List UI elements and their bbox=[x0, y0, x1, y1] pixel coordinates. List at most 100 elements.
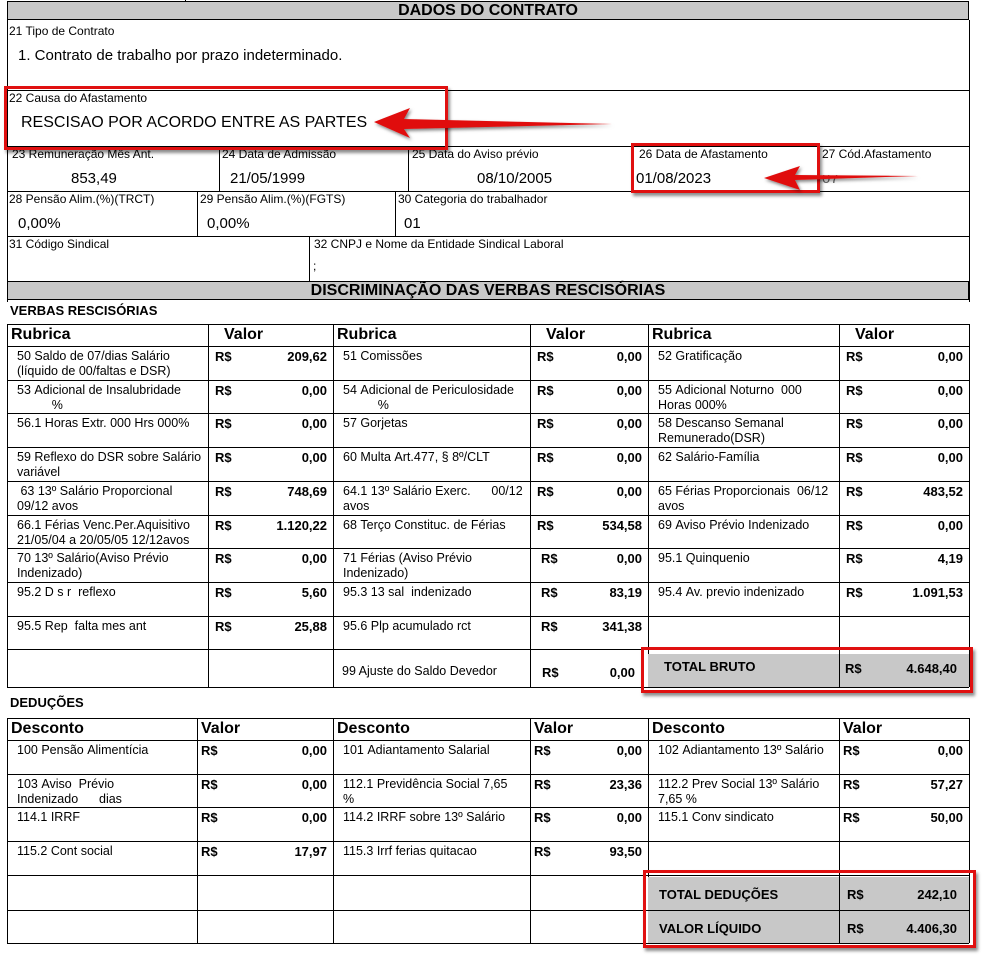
rubrica-value: 0,00 bbox=[616, 450, 642, 466]
rubrica-label: 55 Adicional Noturno 000 Horas 000% bbox=[658, 382, 802, 412]
currency-label: R$ bbox=[534, 776, 551, 792]
grid-line bbox=[530, 324, 531, 687]
desconto-value: 0,00 bbox=[616, 810, 642, 826]
column-header-valor: Valor bbox=[855, 326, 895, 343]
field-27-label: 27 Cód.Afastamento bbox=[822, 147, 932, 161]
currency-label: R$ bbox=[215, 450, 232, 466]
desconto-label: 112.1 Previdência Social 7,65% bbox=[343, 776, 508, 806]
deducoes-section-title: DEDUÇÕES bbox=[10, 695, 84, 710]
section-header-contract: DADOS DO CONTRATO bbox=[7, 1, 969, 20]
desconto-label: 112.2 Prev Social 13º Salário 7,65 % bbox=[658, 776, 820, 806]
currency-label: R$ bbox=[846, 483, 863, 499]
desconto-label: 100 Pensão Alimentícia bbox=[17, 743, 149, 757]
grid-line bbox=[7, 548, 969, 550]
grid-line bbox=[839, 324, 840, 687]
rubrica-label: 53 Adicional de Insalubridade % bbox=[17, 382, 182, 412]
rubrica-value: 341,38 bbox=[602, 618, 642, 634]
grid-line bbox=[530, 718, 531, 943]
rubrica-value: 0,00 bbox=[301, 382, 327, 398]
currency-label: R$ bbox=[843, 810, 860, 826]
grid-line bbox=[7, 718, 969, 719]
field-32-label: 32 CNPJ e Nome da Entidade Sindical Labo… bbox=[314, 237, 564, 251]
currency-label: R$ bbox=[846, 517, 863, 533]
field-31-label: 31 Código Sindical bbox=[9, 237, 110, 251]
grid-line bbox=[7, 324, 8, 687]
currency-label: R$ bbox=[843, 743, 860, 758]
rubrica-label: 64.1 13º Salário Exerc. 00/12 avos bbox=[343, 483, 523, 513]
ajuste-value: 0,00 bbox=[609, 665, 635, 680]
highlight-box-causa bbox=[4, 86, 448, 150]
rubrica-value: 0,00 bbox=[301, 416, 327, 432]
rubrica-value: 0,00 bbox=[937, 517, 963, 533]
rubrica-label: 50 Saldo de 07/dias Salário (líquido de 0… bbox=[17, 349, 171, 378]
currency-label: R$ bbox=[201, 810, 218, 826]
column-header-rubrica: Rubrica bbox=[11, 326, 71, 343]
currency-label: R$ bbox=[846, 551, 863, 567]
rubrica-label: 59 Reflexo do DSR sobre Salário variável bbox=[17, 450, 202, 480]
currency-label: R$ bbox=[534, 844, 551, 860]
grid-line bbox=[333, 718, 334, 943]
currency-label: R$ bbox=[215, 382, 232, 398]
grid-line bbox=[333, 324, 334, 687]
rubrica-label: 57 Gorjetas bbox=[343, 416, 408, 431]
rubrica-value: 0,00 bbox=[616, 551, 642, 567]
highlight-box-data-afastamento bbox=[631, 143, 820, 193]
rubrica-value: 0,00 bbox=[616, 483, 642, 499]
currency-label: R$ bbox=[215, 584, 232, 600]
currency-label: R$ bbox=[846, 584, 863, 600]
currency-label: R$ bbox=[534, 743, 551, 758]
rubrica-value: 0,00 bbox=[616, 416, 642, 432]
rubrica-label: 54 Adicional de Periculosidade % bbox=[343, 382, 514, 412]
desconto-label: 115.2 Cont social bbox=[17, 844, 113, 859]
grid-line bbox=[7, 773, 969, 775]
rubrica-value: 83,19 bbox=[609, 584, 642, 600]
rubrica-label: 58 Descanso Semanal Remunerado(DSR) bbox=[658, 416, 784, 446]
currency-label: R$ bbox=[215, 349, 232, 364]
desconto-value: 0,00 bbox=[301, 776, 327, 792]
column-header-rubrica: Rubrica bbox=[652, 326, 712, 343]
desconto-label: 101 Adiantamento Salarial bbox=[343, 743, 490, 757]
rubrica-label: 51 Comissões bbox=[343, 349, 423, 363]
rubrica-label: 95.5 Rep falta mes ant bbox=[17, 618, 147, 633]
grid-line bbox=[7, 447, 969, 449]
rubrica-label: 71 Férias (Aviso Prévio Indenizado) bbox=[343, 551, 472, 581]
field-27-value: 07 bbox=[822, 170, 839, 187]
field-30-label: 30 Categoria do trabalhador bbox=[398, 192, 548, 206]
desconto-label: 115.3 Irrf ferias quitacao bbox=[343, 844, 477, 859]
field-29-label: 29 Pensão Alim.(%)(FGTS) bbox=[200, 192, 346, 206]
desconto-value: 0,00 bbox=[616, 743, 642, 758]
rubrica-label: 62 Salário-Família bbox=[658, 450, 760, 465]
grid-line bbox=[7, 740, 969, 741]
rubrica-label: 65 Férias Proporcionais 06/12 avos bbox=[658, 483, 829, 513]
rubrica-value: 4,19 bbox=[937, 551, 963, 567]
highlight-box-total-bruto bbox=[641, 647, 973, 693]
desconto-value: 0,00 bbox=[937, 743, 963, 758]
desconto-value: 0,00 bbox=[301, 810, 327, 826]
rubrica-label: 69 Aviso Prévio Indenizado bbox=[658, 517, 810, 532]
rubrica-value: 209,62 bbox=[287, 349, 327, 364]
grid-line bbox=[7, 324, 969, 325]
grid-line bbox=[7, 480, 969, 482]
rubrica-label: 60 Multa Art.477, § 8º/CLT bbox=[343, 450, 490, 465]
rubrica-label: 70 13º Salário(Aviso Prévio Indenizado) bbox=[17, 551, 169, 581]
grid-line bbox=[7, 514, 969, 516]
rubrica-value: 748,69 bbox=[287, 483, 327, 499]
desconto-label: 114.1 IRRF bbox=[17, 810, 80, 825]
grid-line bbox=[7, 615, 969, 617]
field-21-value: 1. Contrato de trabalho por prazo indete… bbox=[18, 47, 343, 64]
currency-label: R$ bbox=[534, 810, 551, 826]
grid-line bbox=[7, 807, 969, 809]
grid-line bbox=[7, 581, 969, 583]
currency-label: R$ bbox=[201, 743, 218, 758]
rubrica-label: 63 13º Salário Proporcional 09/12 avos bbox=[17, 483, 173, 513]
ajuste-label: 99 Ajuste do Saldo Devedor bbox=[342, 664, 497, 678]
rubrica-value: 0,00 bbox=[616, 349, 642, 364]
currency-label: R$ bbox=[843, 776, 860, 792]
currency-label: R$ bbox=[215, 483, 232, 499]
column-header-valor: Valor bbox=[534, 720, 574, 737]
currency-label: R$ bbox=[215, 618, 232, 634]
highlight-box-totals bbox=[643, 870, 976, 948]
currency-label: R$ bbox=[215, 551, 232, 567]
desconto-value: 0,00 bbox=[301, 743, 327, 758]
currency-label: R$ bbox=[215, 517, 232, 533]
